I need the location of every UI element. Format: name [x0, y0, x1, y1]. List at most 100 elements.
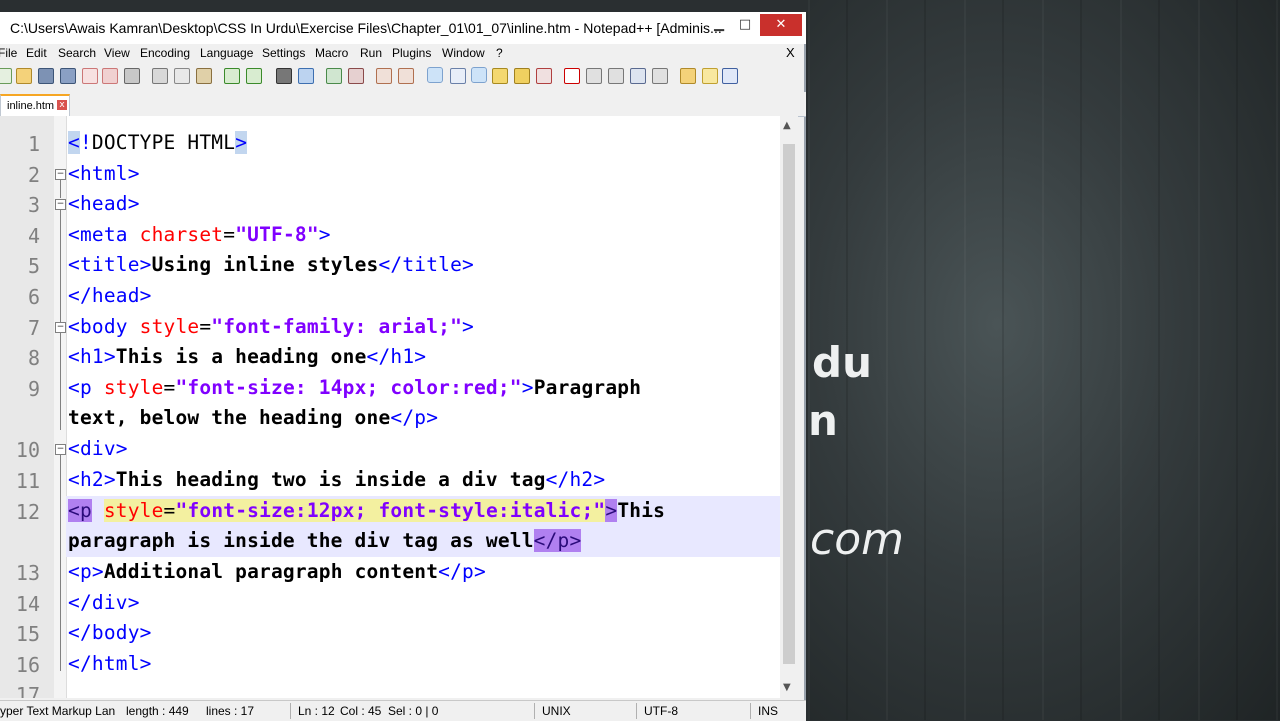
launch-browser-icon[interactable] [680, 68, 696, 84]
code-token: style [103, 376, 164, 399]
code-token: > [462, 315, 474, 338]
record-macro-icon[interactable] [564, 68, 580, 84]
code-token: DOCTYPE HTML [91, 131, 236, 154]
fold-toggle[interactable]: − [55, 169, 66, 180]
status-eol: UNIX [542, 704, 571, 718]
status-ln: Ln : 12 [298, 704, 335, 718]
minimize-button[interactable]: ▁ [706, 14, 732, 36]
tab-close-icon[interactable]: x [57, 100, 67, 110]
maximize-button[interactable]: □ [732, 14, 758, 36]
code-token: </p> [533, 529, 582, 552]
word-wrap-icon[interactable] [427, 67, 443, 83]
line-number: 1 [27, 132, 40, 156]
code-token: style [103, 499, 164, 522]
menu-edit[interactable]: Edit [26, 46, 47, 60]
run-macro-multiple-icon[interactable] [630, 68, 646, 84]
window-title: C:\Users\Awais Kamran\Desktop\CSS In Urd… [10, 20, 722, 36]
scroll-thumb[interactable] [783, 144, 795, 664]
save-all-icon[interactable] [60, 68, 76, 84]
menu-file[interactable]: File [0, 46, 17, 60]
menu-search[interactable]: Search [58, 46, 96, 60]
code-line-13: <p>Additional paragraph content</p> [68, 560, 486, 583]
scroll-down-icon[interactable]: ▼ [783, 682, 791, 693]
code-token: </p> [438, 560, 486, 583]
code-token: Paragraph [533, 376, 642, 399]
copy-icon[interactable] [174, 68, 190, 84]
fold-toggle[interactable]: − [55, 322, 66, 333]
close-file-icon[interactable] [82, 68, 98, 84]
print-icon[interactable] [124, 68, 140, 84]
menu-help[interactable]: ? [496, 46, 503, 60]
tab-inline-htm[interactable]: inline.htm x [0, 94, 70, 116]
show-all-characters-icon[interactable] [450, 68, 466, 84]
line-number: 2 [27, 163, 40, 187]
save-macro-icon[interactable] [652, 68, 668, 84]
code-token: <p> [68, 560, 104, 583]
code-line-12-wrap: paragraph is inside the div tag as well<… [68, 529, 582, 552]
code-token: <title> [68, 253, 152, 276]
code-token: <p [68, 499, 92, 522]
code-line-9-wrap: text, below the heading one</p> [68, 406, 438, 429]
indent-guide-icon[interactable] [471, 67, 487, 83]
menu-encoding[interactable]: Encoding [140, 46, 190, 60]
new-file-icon[interactable] [0, 68, 12, 84]
save-icon[interactable] [38, 68, 54, 84]
document-map-icon[interactable] [514, 68, 530, 84]
code-token: </p> [390, 406, 439, 429]
code-token: </h1> [366, 345, 427, 368]
code-token: > [318, 223, 331, 246]
code-token: </head> [68, 284, 152, 307]
scroll-up-icon[interactable]: ▲ [783, 120, 791, 131]
code-line-2: <html> [68, 162, 140, 185]
code-token: = [223, 223, 236, 246]
close-button[interactable]: ✕ [760, 14, 802, 36]
menu-bar: File Edit Search View Encoding Language … [0, 44, 806, 64]
zoom-in-icon[interactable] [326, 68, 342, 84]
find-icon[interactable] [276, 68, 292, 84]
play-macro-icon[interactable] [608, 68, 624, 84]
line-number: 7 [27, 316, 40, 340]
sync-vertical-icon[interactable] [376, 68, 392, 84]
menu-language[interactable]: Language [200, 46, 253, 60]
spell-check-icon[interactable] [722, 68, 738, 84]
cut-icon[interactable] [152, 68, 168, 84]
undo-icon[interactable] [224, 68, 240, 84]
menu-macro[interactable]: Macro [315, 46, 348, 60]
status-language: yper Text Markup Lan [0, 704, 116, 718]
code-line-3: <head> [68, 192, 140, 215]
stop-macro-icon[interactable] [586, 68, 602, 84]
vertical-scrollbar[interactable]: ▲ ▼ [780, 116, 798, 698]
menu-plugins[interactable]: Plugins [392, 46, 431, 60]
menu-window[interactable]: Window [442, 46, 485, 60]
code-token: "font-size:12px; font-style:italic; [175, 499, 594, 522]
menu-view[interactable]: View [104, 46, 130, 60]
zoom-out-icon[interactable] [348, 68, 364, 84]
open-file-icon[interactable] [16, 68, 32, 84]
paste-icon[interactable] [196, 68, 212, 84]
line-number: 3 [27, 193, 40, 217]
code-line-5: <title>Using inline styles</title> [68, 253, 474, 276]
code-line-8: <h1>This is a heading one</h1> [68, 345, 426, 368]
status-separator [750, 703, 751, 719]
fold-toggle[interactable]: − [55, 444, 66, 455]
wand-icon[interactable] [702, 68, 718, 84]
code-line-12: <p style="font-size:12px; font-style:ita… [68, 499, 665, 522]
code-token: "font-family: arial;" [211, 315, 463, 338]
menu-run[interactable]: Run [360, 46, 382, 60]
fold-toggle[interactable]: − [55, 199, 66, 210]
sync-horizontal-icon[interactable] [398, 68, 414, 84]
redo-icon[interactable] [246, 68, 262, 84]
close-document-button[interactable]: X [786, 45, 795, 60]
line-number: 15 [15, 622, 40, 646]
line-number: 10 [15, 438, 40, 462]
folder-as-workspace-icon[interactable] [492, 68, 508, 84]
menu-settings[interactable]: Settings [262, 46, 305, 60]
replace-icon[interactable] [298, 68, 314, 84]
code-token: < [68, 131, 80, 154]
close-all-icon[interactable] [102, 68, 118, 84]
code-token: <head> [68, 192, 140, 215]
function-list-icon[interactable] [536, 68, 552, 84]
code-token: <html> [68, 162, 140, 185]
code-editor[interactable]: 1 2 3 4 5 6 7 8 9 10 11 12 13 14 15 16 1… [0, 116, 780, 698]
